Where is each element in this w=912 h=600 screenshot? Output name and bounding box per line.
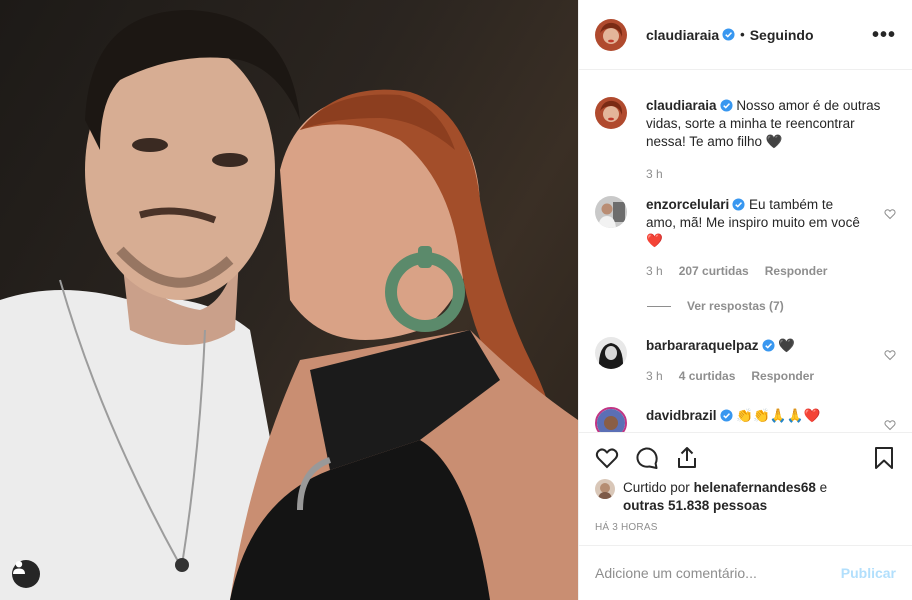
publish-button[interactable]: Publicar — [841, 565, 896, 581]
share-icon — [678, 446, 696, 468]
separator-dot: • — [740, 27, 745, 42]
author-username[interactable]: claudiaraia — [646, 27, 719, 43]
post-photo[interactable] — [0, 0, 578, 600]
comment-item: barbararaquelpaz 🖤 3 h 4 curtidas Respon… — [595, 337, 896, 385]
commenter-username[interactable]: claudiaraia — [646, 98, 717, 113]
liked-by-connector: e — [819, 480, 828, 495]
liked-by-section: Curtido por helenafernandes68 e outras 5… — [595, 479, 896, 515]
like-comment-heart-icon[interactable] — [884, 349, 896, 361]
comment-likes[interactable]: 207 curtidas — [679, 262, 749, 280]
tagged-users-button[interactable] — [12, 560, 40, 588]
liker-avatar[interactable] — [595, 479, 615, 499]
likes-count-link[interactable]: outras 51.838 pessoas — [623, 498, 767, 513]
comment-button[interactable] — [635, 446, 659, 470]
like-button[interactable] — [595, 446, 619, 470]
comments-list[interactable]: claudiaraia Nosso amor é de outras vidas… — [579, 71, 912, 432]
liker-username[interactable]: helenafernandes68 — [694, 480, 816, 495]
commenter-avatar[interactable] — [595, 196, 627, 228]
replies-divider-line — [647, 305, 671, 307]
like-comment-heart-icon[interactable] — [884, 419, 896, 431]
bookmark-icon — [875, 446, 893, 469]
author-avatar[interactable] — [595, 18, 627, 51]
black-heart-emoji: 🖤 — [765, 134, 783, 149]
post-actions-bar — [579, 432, 912, 482]
commenter-avatar[interactable] — [595, 407, 627, 432]
comment-item: enzorcelulari Eu também te amo, mã! Me i… — [595, 196, 896, 280]
comment-time[interactable]: 3 h — [646, 262, 663, 280]
like-comment-heart-icon[interactable] — [884, 208, 896, 220]
post-header: claudiaraia • Seguindo ••• — [579, 0, 912, 70]
verified-badge-icon — [732, 198, 745, 211]
comment-time[interactable]: 3 h — [646, 165, 663, 183]
reply-button[interactable]: Responder — [751, 367, 814, 385]
more-options-icon[interactable]: ••• — [872, 25, 896, 45]
following-button[interactable]: Seguindo — [750, 27, 814, 43]
commenter-username[interactable]: barbararaquelpaz — [646, 338, 759, 353]
comment-likes[interactable]: 4 curtidas — [679, 367, 736, 385]
caption-comment: claudiaraia Nosso amor é de outras vidas… — [595, 97, 896, 183]
share-button[interactable] — [675, 446, 699, 470]
view-replies-label: Ver respostas (7) — [687, 299, 784, 313]
view-replies-button[interactable]: Ver respostas (7) — [647, 299, 784, 313]
verified-badge-icon — [722, 28, 735, 41]
comment-item: davidbrazil 👏👏🙏🙏❤️ — [595, 407, 896, 432]
post-side-panel: claudiaraia • Seguindo ••• claudiaraia N… — [578, 0, 912, 600]
save-button[interactable] — [872, 446, 896, 470]
reply-button[interactable]: Responder — [765, 262, 828, 280]
commenter-username[interactable]: davidbrazil — [646, 408, 717, 423]
commenter-avatar[interactable] — [595, 97, 627, 129]
liked-by-prefix: Curtido por — [623, 480, 690, 495]
add-comment-bar: Publicar — [579, 545, 912, 600]
verified-badge-icon — [762, 339, 775, 352]
verified-badge-icon — [719, 409, 733, 422]
comment-time[interactable]: 3 h — [646, 367, 663, 385]
comment-input[interactable] — [595, 565, 841, 581]
red-heart-emoji: ❤️ — [646, 233, 663, 248]
post-timestamp[interactable]: HÁ 3 HORAS — [595, 522, 658, 533]
heart-icon — [595, 447, 619, 468]
commenter-username[interactable]: enzorcelulari — [646, 197, 729, 212]
black-heart-emoji: 🖤 — [778, 338, 796, 353]
clap-pray-heart-emojis: 👏👏🙏🙏❤️ — [736, 408, 821, 423]
comment-bubble-icon — [636, 446, 658, 469]
verified-badge-icon — [720, 99, 733, 112]
post-image — [0, 10, 578, 600]
commenter-avatar[interactable] — [595, 337, 627, 369]
user-icon — [13, 561, 25, 574]
